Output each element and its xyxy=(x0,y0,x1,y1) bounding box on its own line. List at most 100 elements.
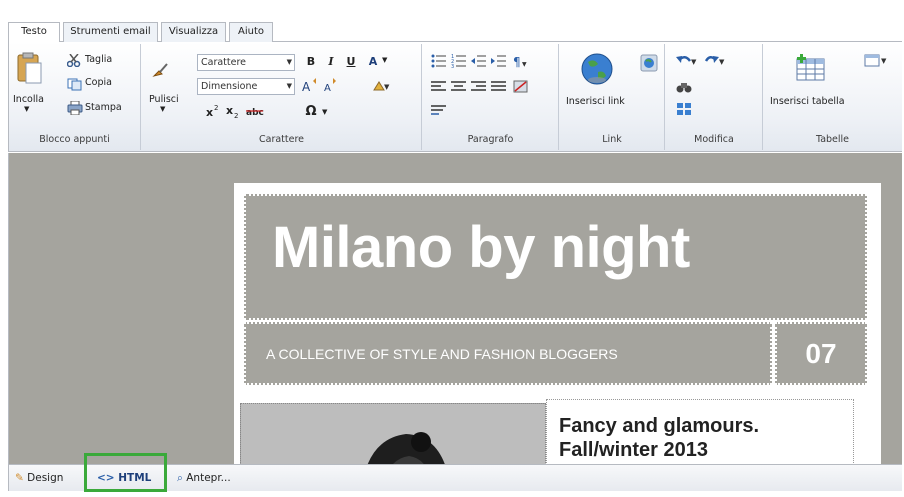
svg-text:▼: ▼ xyxy=(522,61,527,68)
print-button[interactable]: Stampa xyxy=(85,102,122,113)
tab-strumenti-email[interactable]: Strumenti email xyxy=(63,22,158,42)
design-mode-button[interactable]: ✎ Design xyxy=(15,468,63,488)
paste-dropdown-arrow[interactable]: ▼ xyxy=(24,105,29,113)
align-center-icon[interactable] xyxy=(451,80,467,97)
undo-icon[interactable]: ▼ xyxy=(676,54,698,71)
font-size-value: Dimensione xyxy=(201,81,258,92)
chevron-down-icon: ▼ xyxy=(286,82,292,90)
strikethrough-icon[interactable]: abc xyxy=(246,104,264,121)
paste-icon[interactable] xyxy=(17,52,43,89)
svg-text:¶: ¶ xyxy=(513,55,521,68)
paragraph-mark-icon[interactable]: ¶ ▼ xyxy=(513,54,529,71)
svg-text:2: 2 xyxy=(234,112,238,118)
tab-aiuto[interactable]: Aiuto xyxy=(229,22,273,42)
group-tables: ▼ Inserisci tabella Tabelle xyxy=(764,44,901,150)
increase-indent-icon[interactable] xyxy=(491,54,507,71)
svg-text:2: 2 xyxy=(214,104,218,112)
clean-button[interactable]: Pulisci xyxy=(149,94,179,105)
group-clipboard: Incolla ▼ Taglia Copia Stampa Blocco app… xyxy=(9,44,141,150)
svg-text:▼: ▼ xyxy=(384,83,390,91)
document-subtitle: A COLLECTIVE OF STYLE AND FASHION BLOGGE… xyxy=(266,346,618,362)
insert-table-icon[interactable] xyxy=(796,54,826,85)
select-all-icon[interactable] xyxy=(676,102,692,119)
paste-button[interactable]: Incolla xyxy=(13,94,44,105)
insert-link-button[interactable]: Inserisci link xyxy=(566,96,625,107)
pencil-icon: ✎ xyxy=(15,472,24,484)
svg-text:▼: ▼ xyxy=(881,57,887,65)
bullet-list-icon[interactable] xyxy=(431,54,447,71)
subscript-icon[interactable]: x2 xyxy=(226,104,242,121)
group-label-clipboard: Blocco appunti xyxy=(39,134,110,145)
document-title: Milano by night xyxy=(272,215,690,280)
copy-icon xyxy=(67,78,83,94)
group-label-font: Carattere xyxy=(258,134,305,145)
article-image[interactable] xyxy=(240,403,546,464)
brush-icon[interactable] xyxy=(152,62,168,81)
special-chars-button[interactable]: Ω xyxy=(302,103,320,121)
magnifier-icon: ⌕ xyxy=(177,472,183,484)
grow-font-icon[interactable]: A xyxy=(302,78,318,96)
special-chars-dropdown-arrow[interactable]: ▼ xyxy=(322,108,327,116)
clean-dropdown-arrow[interactable]: ▼ xyxy=(160,105,165,113)
design-mode-label: Design xyxy=(27,472,64,484)
newsletter-card: Milano by night A COLLECTIVE OF STYLE AN… xyxy=(234,183,881,464)
svg-text:3: 3 xyxy=(451,64,454,68)
printer-icon xyxy=(67,100,83,118)
highlight-color-icon[interactable]: ▼ xyxy=(372,80,390,95)
article-text-block[interactable]: Fancy and glamours. Fall/winter 2013 xyxy=(546,399,854,464)
scissors-icon xyxy=(66,53,81,70)
font-color-button[interactable]: A xyxy=(364,53,382,71)
editor-canvas[interactable]: Milano by night A COLLECTIVE OF STYLE AN… xyxy=(8,153,902,464)
ribbon-tab-bar: Testo Strumenti email Visualizza Aiuto xyxy=(8,22,902,43)
svg-text:A: A xyxy=(324,83,331,93)
preview-mode-label: Antepr... xyxy=(186,472,231,484)
svg-text:A: A xyxy=(302,80,311,93)
font-color-dropdown-arrow[interactable]: ▼ xyxy=(382,56,387,64)
bold-button[interactable]: B xyxy=(302,53,320,71)
svg-text:x: x xyxy=(206,106,213,118)
find-binoculars-icon[interactable] xyxy=(676,80,692,97)
justify-icon[interactable] xyxy=(491,80,507,97)
cut-button[interactable]: Taglia xyxy=(85,54,112,65)
italic-button[interactable]: I xyxy=(322,53,340,71)
article-heading: Fancy and glamours. Fall/winter 2013 xyxy=(559,414,759,462)
svg-text:▼: ▼ xyxy=(719,58,725,66)
numbered-list-icon[interactable]: 123 xyxy=(451,54,467,71)
align-left-icon[interactable] xyxy=(431,80,447,97)
group-edit: ▼ ▼ Modifica xyxy=(666,44,763,150)
portrait-photo-icon xyxy=(241,404,545,464)
unlink-icon[interactable] xyxy=(640,54,658,75)
font-size-combo[interactable]: Dimensione ▼ xyxy=(197,78,295,95)
copy-button[interactable]: Copia xyxy=(85,77,112,88)
rtl-icon[interactable] xyxy=(513,80,529,97)
underline-button[interactable]: U xyxy=(342,53,360,71)
group-link: Inserisci link Link xyxy=(560,44,665,150)
subtitle-block[interactable]: A COLLECTIVE OF STYLE AND FASHION BLOGGE… xyxy=(244,322,772,385)
shrink-font-icon[interactable]: A xyxy=(322,78,338,96)
redo-icon[interactable]: ▼ xyxy=(704,54,726,71)
align-right-icon[interactable] xyxy=(471,80,487,97)
tab-visualizza[interactable]: Visualizza xyxy=(161,22,226,42)
svg-text:▼: ▼ xyxy=(691,58,697,66)
issue-number: 07 xyxy=(805,338,837,369)
preview-mode-button[interactable]: ⌕ Antepr... xyxy=(177,468,231,488)
title-block[interactable]: Milano by night xyxy=(244,194,867,320)
group-paragraph: 123 ¶ ▼ Paragrafo xyxy=(423,44,559,150)
html-button-highlight xyxy=(84,453,167,492)
font-family-value: Carattere xyxy=(201,57,247,68)
group-label-link: Link xyxy=(602,134,622,145)
article-heading-line-2: Fall/winter 2013 xyxy=(559,439,708,461)
group-label-tables: Tabelle xyxy=(815,134,850,145)
font-family-combo[interactable]: Carattere ▼ xyxy=(197,54,295,71)
group-font: Pulisci ▼ Carattere ▼ Dimensione ▼ B I U… xyxy=(142,44,422,150)
ribbon: Incolla ▼ Taglia Copia Stampa Blocco app… xyxy=(8,42,902,152)
insert-table-button[interactable]: Inserisci tabella xyxy=(770,96,845,107)
tab-testo[interactable]: Testo xyxy=(8,22,60,43)
line-spacing-icon[interactable] xyxy=(431,104,447,121)
svg-text:abc: abc xyxy=(246,108,264,118)
table-options-icon[interactable]: ▼ xyxy=(864,54,890,71)
superscript-icon[interactable]: x2 xyxy=(206,104,222,121)
issue-number-block[interactable]: 07 xyxy=(775,322,867,385)
globe-link-icon[interactable] xyxy=(580,52,614,89)
decrease-indent-icon[interactable] xyxy=(471,54,487,71)
